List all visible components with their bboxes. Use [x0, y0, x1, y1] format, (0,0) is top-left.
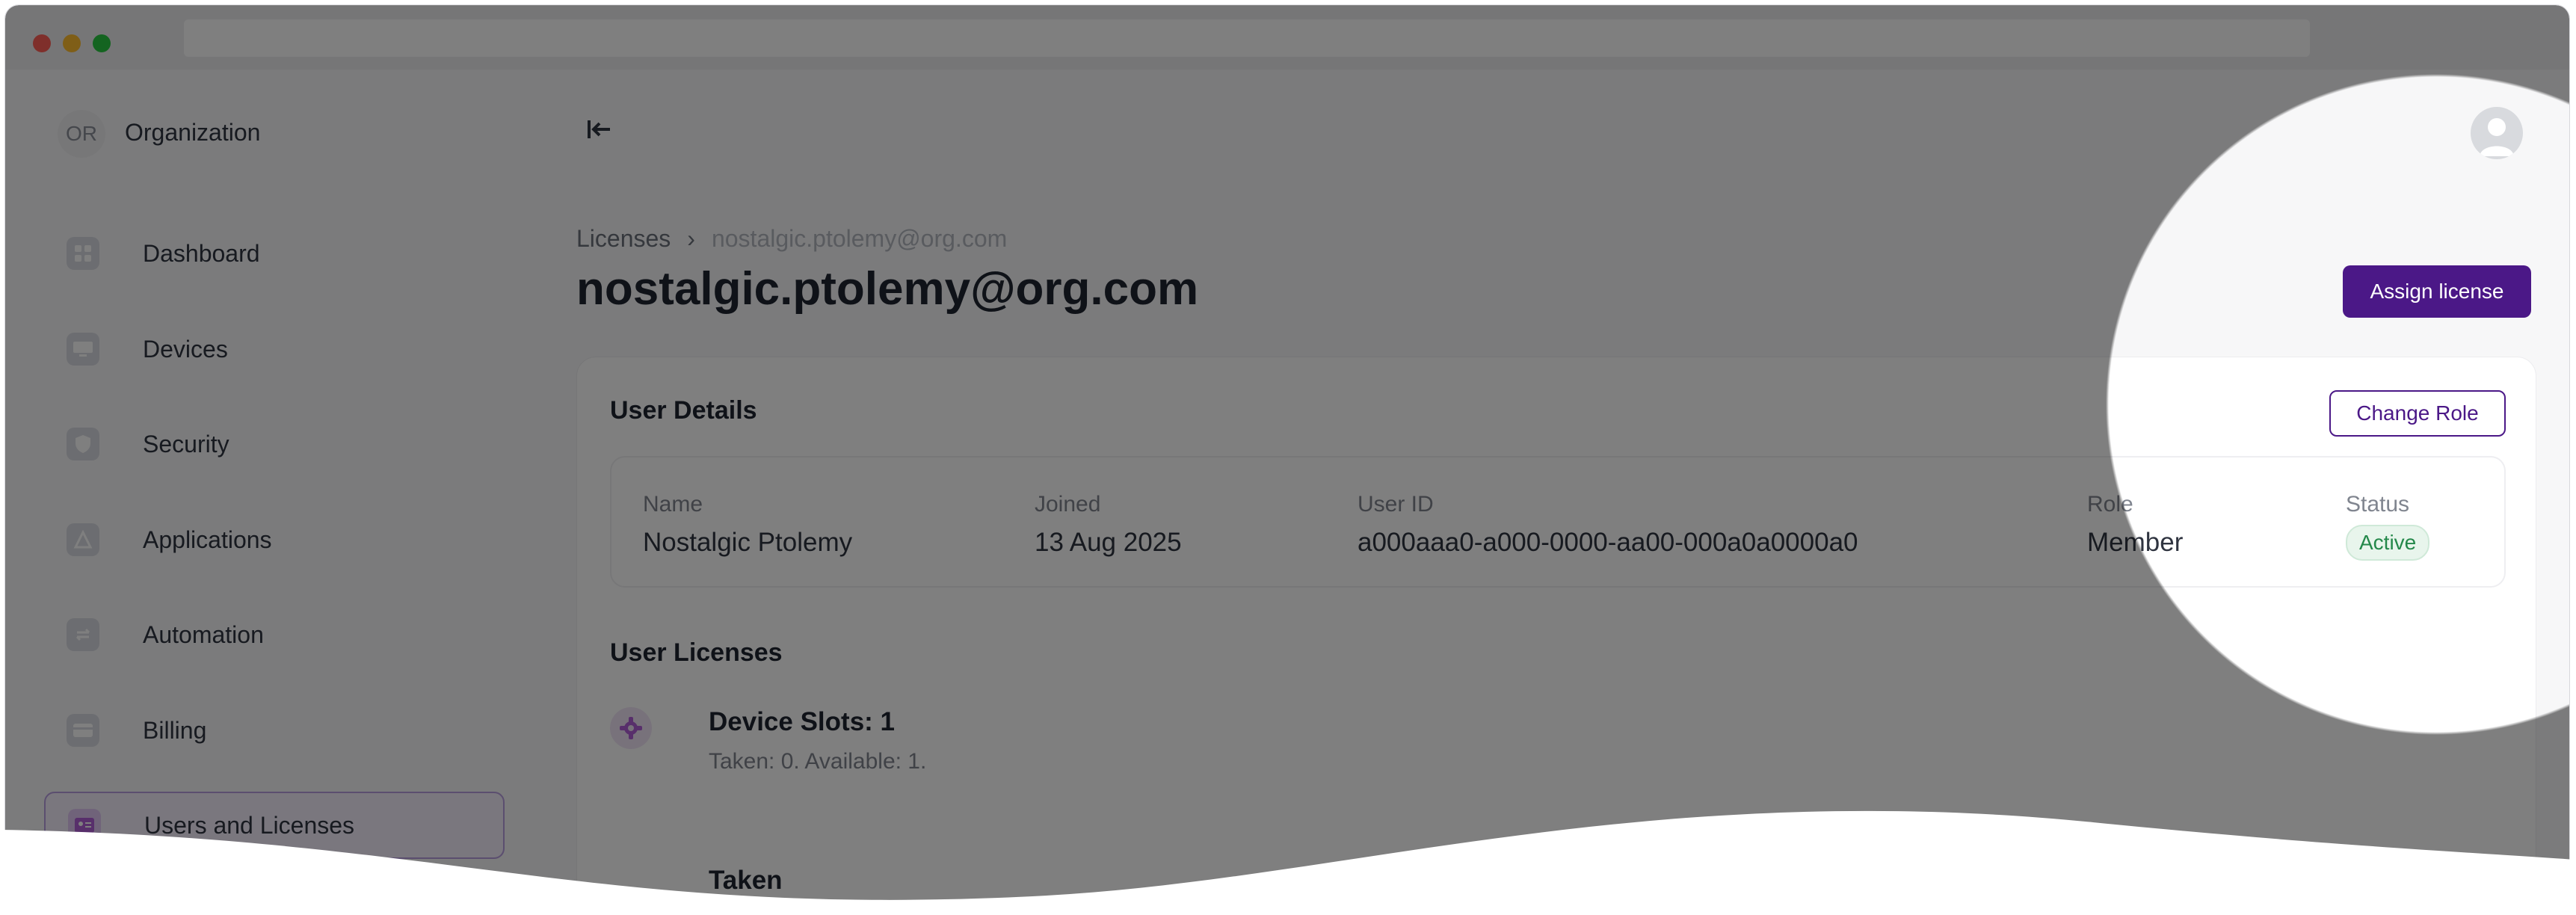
joined-label: Joined	[1035, 492, 1101, 517]
user-details-title: User Details	[610, 396, 757, 425]
sidebar-item-label: Users and Licenses	[144, 811, 355, 839]
users-icon	[68, 809, 101, 842]
sidebar-item-automation[interactable]: Automation	[44, 601, 505, 668]
breadcrumb: Licenses › nostalgic.ptolemy@org.com	[576, 225, 1007, 253]
joined-field: Joined 13 Aug 2025	[1035, 492, 1182, 558]
user-id-value: a000aaa0-a000-0000-aa00-000a0a0000a0	[1358, 528, 1858, 557]
org-name[interactable]: Organization	[125, 119, 260, 147]
devices-icon	[67, 333, 99, 366]
sidebar-item-label: Dashboard	[143, 239, 260, 267]
main-content: Licenses › nostalgic.ptolemy@org.com nos…	[571, 70, 2569, 907]
sidebar-item-label: Automation	[143, 620, 264, 648]
sidebar-item-billing[interactable]: Billing	[44, 697, 505, 764]
name-label: Name	[643, 492, 703, 517]
name-field: Name Nostalgic Ptolemy	[643, 492, 852, 558]
minimize-window-button[interactable]	[63, 34, 81, 52]
sidebar-item-devices[interactable]: Devices	[44, 315, 505, 383]
user-licenses-title: User Licenses	[610, 638, 783, 667]
sidebar-item-label: Security	[143, 430, 229, 458]
breadcrumb-licenses-link[interactable]: Licenses	[576, 225, 671, 253]
breadcrumb-separator: ›	[687, 225, 695, 252]
sidebar-item-label: Applications	[143, 526, 272, 553]
address-bar[interactable]	[184, 19, 2310, 57]
change-role-button[interactable]: Change Role	[2329, 390, 2506, 437]
sidebar-item-label: Devices	[143, 335, 228, 363]
close-window-button[interactable]	[33, 34, 51, 52]
gear-icon	[610, 707, 652, 749]
status-field: Status Active	[2346, 492, 2430, 561]
assign-license-button[interactable]: Assign license	[2343, 265, 2531, 318]
user-id-label: User ID	[1358, 492, 1434, 517]
user-details-card: User Details Change Role Name Nostalgic …	[576, 357, 2536, 907]
browser-window: OR Organization Dashboard Devices Securi…	[5, 5, 2569, 907]
applications-icon	[67, 523, 99, 556]
maximize-window-button[interactable]	[93, 34, 111, 52]
billing-icon	[67, 714, 99, 747]
breadcrumb-current: nostalgic.ptolemy@org.com	[711, 225, 1008, 252]
taken-title: Taken	[709, 866, 783, 895]
status-label: Status	[2346, 492, 2410, 517]
sidebar-item-label: Billing	[143, 716, 207, 744]
sidebar-item-users-and-licenses[interactable]: Users and Licenses	[44, 792, 505, 859]
name-value: Nostalgic Ptolemy	[643, 528, 853, 557]
role-field: Role Member	[2087, 492, 2183, 558]
dashboard-icon	[67, 237, 99, 270]
automation-icon	[67, 618, 99, 651]
role-label: Role	[2087, 492, 2133, 517]
role-value: Member	[2087, 528, 2184, 557]
license-title: Device Slots: 1	[709, 707, 895, 736]
browser-chrome	[5, 5, 2569, 70]
status-badge: Active	[2346, 525, 2430, 561]
sidebar-item-security[interactable]: Security	[44, 410, 505, 478]
sidebar: OR Organization Dashboard Devices Securi…	[5, 70, 529, 907]
page-title: nostalgic.ptolemy@org.com	[576, 263, 1199, 315]
joined-value: 13 Aug 2025	[1035, 528, 1182, 557]
shield-icon	[67, 428, 99, 460]
license-availability: Taken: 0. Available: 1.	[709, 749, 927, 774]
org-avatar[interactable]: OR	[58, 110, 105, 158]
sidebar-item-dashboard[interactable]: Dashboard	[44, 220, 505, 287]
sidebar-item-applications[interactable]: Applications	[44, 506, 505, 573]
user-details-box: Name Nostalgic Ptolemy Joined 13 Aug 202…	[610, 456, 2506, 588]
user-id-field: User ID a000aaa0-a000-0000-aa00-000a0a00…	[1358, 492, 1858, 558]
